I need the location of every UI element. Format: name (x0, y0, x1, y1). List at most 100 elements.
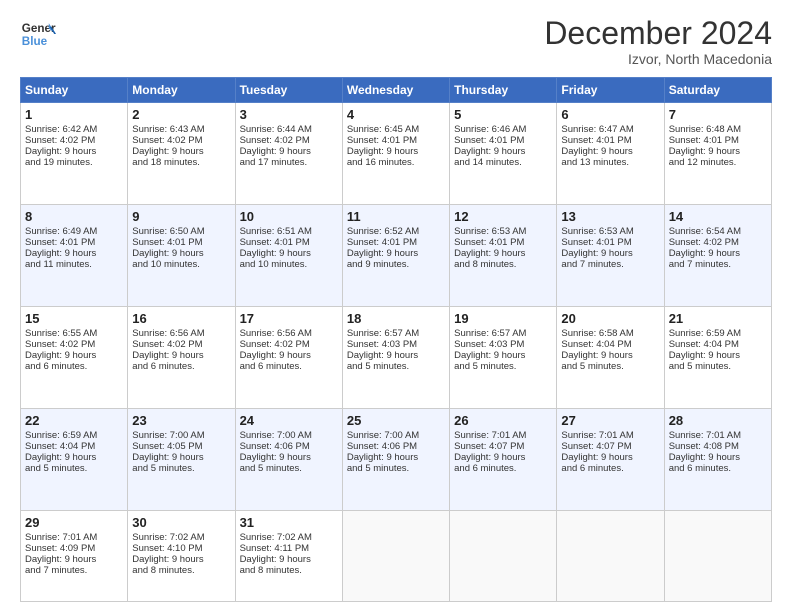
day-number: 23 (132, 413, 230, 428)
calendar-cell: 3Sunrise: 6:44 AMSunset: 4:02 PMDaylight… (235, 103, 342, 205)
day-info-line: Daylight: 9 hours (240, 452, 338, 463)
day-info-line: Daylight: 9 hours (561, 146, 659, 157)
day-info-line: and 13 minutes. (561, 157, 659, 168)
day-info-line: Sunset: 4:09 PM (25, 543, 123, 554)
day-info-line: Sunrise: 6:56 AM (132, 328, 230, 339)
day-info-line: Daylight: 9 hours (347, 248, 445, 259)
logo: General Blue (20, 16, 56, 52)
col-header-saturday: Saturday (664, 78, 771, 103)
day-info-line: Sunset: 4:02 PM (240, 339, 338, 350)
day-info-line: Sunrise: 7:01 AM (454, 430, 552, 441)
day-number: 1 (25, 107, 123, 122)
day-info-line: Daylight: 9 hours (669, 452, 767, 463)
day-info-line: Sunset: 4:01 PM (347, 237, 445, 248)
day-number: 28 (669, 413, 767, 428)
col-header-wednesday: Wednesday (342, 78, 449, 103)
day-number: 2 (132, 107, 230, 122)
svg-text:Blue: Blue (22, 35, 48, 48)
calendar-cell: 9Sunrise: 6:50 AMSunset: 4:01 PMDaylight… (128, 205, 235, 307)
day-info-line: Daylight: 9 hours (669, 248, 767, 259)
day-info-line: Sunset: 4:02 PM (132, 135, 230, 146)
day-info-line: Sunrise: 6:59 AM (669, 328, 767, 339)
day-number: 11 (347, 209, 445, 224)
day-info-line: Daylight: 9 hours (454, 248, 552, 259)
day-info-line: Sunrise: 7:01 AM (25, 532, 123, 543)
day-info-line: Daylight: 9 hours (347, 452, 445, 463)
day-info-line: Sunrise: 7:00 AM (132, 430, 230, 441)
day-number: 21 (669, 311, 767, 326)
calendar-cell: 14Sunrise: 6:54 AMSunset: 4:02 PMDayligh… (664, 205, 771, 307)
calendar-week-row: 29 Sunrise: 7:01 AMSunset: 4:09 PM Dayligh… (21, 510, 772, 601)
day-number: 29 (25, 515, 123, 530)
day-info-line: Sunrise: 7:02 AM (132, 532, 230, 543)
day-info-line: and 7 minutes. (25, 565, 123, 576)
calendar-table: SundayMondayTuesdayWednesdayThursdayFrid… (20, 77, 772, 602)
day-number: 24 (240, 413, 338, 428)
day-info-line: Daylight: 9 hours (132, 248, 230, 259)
calendar-week-row: 22Sunrise: 6:59 AMSunset: 4:04 PMDayligh… (21, 408, 772, 510)
day-info-line: Sunset: 4:02 PM (25, 339, 123, 350)
calendar-cell (450, 510, 557, 601)
calendar-cell: 23Sunrise: 7:00 AMSunset: 4:05 PMDayligh… (128, 408, 235, 510)
day-info-line: Daylight: 9 hours (669, 146, 767, 157)
day-info-line: Sunrise: 6:53 AM (454, 226, 552, 237)
day-info-line: Sunset: 4:01 PM (561, 135, 659, 146)
day-info-line: and 8 minutes. (132, 565, 230, 576)
day-info-line: and 12 minutes. (669, 157, 767, 168)
day-info-line: Sunset: 4:06 PM (347, 441, 445, 452)
day-info-line: Sunrise: 7:02 AM (240, 532, 338, 543)
day-info-line: and 5 minutes. (561, 361, 659, 372)
day-info-line: Sunset: 4:02 PM (25, 135, 123, 146)
day-info-line: and 16 minutes. (347, 157, 445, 168)
day-number: 14 (669, 209, 767, 224)
calendar-cell: 11 Sunrise: 6:52 AMSunset: 4:01 PMDayligh… (342, 205, 449, 307)
col-header-tuesday: Tuesday (235, 78, 342, 103)
day-info-line: Sunset: 4:01 PM (132, 237, 230, 248)
day-info-line: Sunrise: 7:00 AM (240, 430, 338, 441)
day-info-line: Sunrise: 7:00 AM (347, 430, 445, 441)
calendar-cell (342, 510, 449, 601)
day-info-line: Sunset: 4:08 PM (669, 441, 767, 452)
day-info-line: Daylight: 9 hours (132, 554, 230, 565)
day-number: 20 (561, 311, 659, 326)
calendar-cell: 18Sunrise: 6:57 AMSunset: 4:03 PMDayligh… (342, 306, 449, 408)
calendar-cell (557, 510, 664, 601)
day-info-line: Daylight: 9 hours (669, 350, 767, 361)
day-info-line: Sunrise: 6:45 AM (347, 124, 445, 135)
day-info-line: Sunrise: 6:52 AM (347, 226, 445, 237)
day-number: 8 (25, 209, 123, 224)
day-info-line: Sunrise: 6:47 AM (561, 124, 659, 135)
day-info-line: and 18 minutes. (132, 157, 230, 168)
col-header-sunday: Sunday (21, 78, 128, 103)
day-number: 27 (561, 413, 659, 428)
day-info-line: and 6 minutes. (454, 463, 552, 474)
day-info-line: Sunrise: 6:48 AM (669, 124, 767, 135)
col-header-thursday: Thursday (450, 78, 557, 103)
day-info-line: Sunrise: 6:57 AM (454, 328, 552, 339)
day-info-line: Sunset: 4:01 PM (454, 135, 552, 146)
day-number: 3 (240, 107, 338, 122)
day-info-line: and 19 minutes. (25, 157, 123, 168)
day-info-line: Sunset: 4:03 PM (454, 339, 552, 350)
calendar-cell: 26Sunrise: 7:01 AMSunset: 4:07 PMDayligh… (450, 408, 557, 510)
day-info-line: Sunrise: 6:53 AM (561, 226, 659, 237)
day-number: 17 (240, 311, 338, 326)
day-info-line: Sunset: 4:02 PM (669, 237, 767, 248)
calendar-cell: 12Sunrise: 6:53 AMSunset: 4:01 PMDayligh… (450, 205, 557, 307)
calendar-cell: 21 Sunrise: 6:59 AMSunset: 4:04 PMDayligh… (664, 306, 771, 408)
day-number: 13 (561, 209, 659, 224)
day-info-line: Sunset: 4:01 PM (240, 237, 338, 248)
col-header-monday: Monday (128, 78, 235, 103)
day-info-line: Sunrise: 7:01 AM (669, 430, 767, 441)
day-info-line: Sunset: 4:01 PM (347, 135, 445, 146)
day-info-line: Sunset: 4:04 PM (669, 339, 767, 350)
day-info-line: and 6 minutes. (25, 361, 123, 372)
calendar-cell: 27Sunrise: 7:01 AMSunset: 4:07 PMDayligh… (557, 408, 664, 510)
day-info-line: Sunrise: 7:01 AM (561, 430, 659, 441)
day-number: 6 (561, 107, 659, 122)
day-info-line: and 5 minutes. (25, 463, 123, 474)
day-info-line: Daylight: 9 hours (561, 248, 659, 259)
day-number: 30 (132, 515, 230, 530)
day-number: 9 (132, 209, 230, 224)
day-number: 31 (240, 515, 338, 530)
